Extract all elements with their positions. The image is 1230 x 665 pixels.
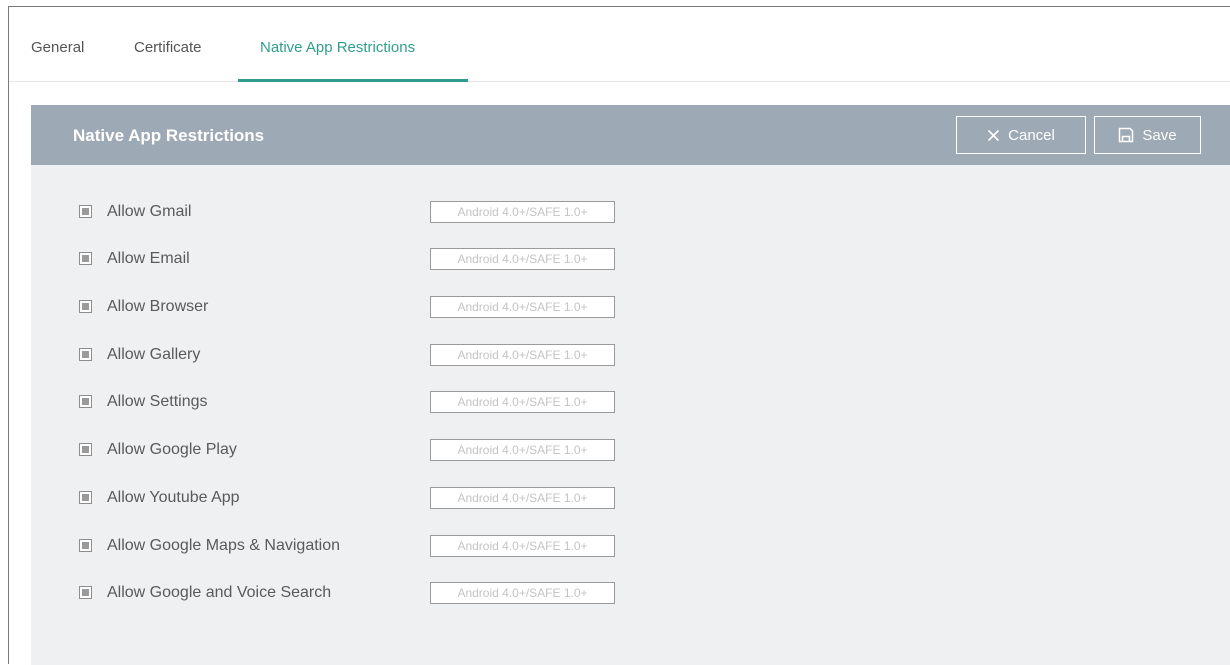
allow-email-label: Allow Email <box>107 250 190 267</box>
save-button-label: Save <box>1142 126 1177 144</box>
tab-certificate[interactable]: Certificate <box>134 7 202 81</box>
restriction-row-voice-search: Allow Google and Voice Search Android 4.… <box>31 578 731 608</box>
restriction-row-settings: Allow Settings Android 4.0+/SAFE 1.0+ <box>31 387 731 417</box>
allow-settings-label: Allow Settings <box>107 393 208 410</box>
allow-google-maps-checkbox[interactable] <box>79 539 92 552</box>
native-app-restrictions-panel: Native App Restrictions Cancel Save Allo… <box>31 105 1230 665</box>
allow-gmail-checkbox[interactable] <box>79 205 92 218</box>
profile-settings-frame: General Certificate Native App Restricti… <box>8 6 1230 665</box>
panel-title: Native App Restrictions <box>73 126 265 145</box>
save-button[interactable]: Save <box>1094 116 1201 154</box>
allow-email-checkbox[interactable] <box>79 252 92 265</box>
allow-gallery-label: Allow Gallery <box>107 346 201 363</box>
floppy-disk-icon <box>1118 127 1134 143</box>
allow-settings-checkbox[interactable] <box>79 395 92 408</box>
requirement-badge: Android 4.0+/SAFE 1.0+ <box>430 535 615 557</box>
requirement-badge: Android 4.0+/SAFE 1.0+ <box>430 391 615 413</box>
cancel-button[interactable]: Cancel <box>956 116 1086 154</box>
allow-voice-search-checkbox[interactable] <box>79 586 92 599</box>
restriction-row-browser: Allow Browser Android 4.0+/SAFE 1.0+ <box>31 292 731 322</box>
active-tab-indicator <box>238 79 468 82</box>
requirement-badge: Android 4.0+/SAFE 1.0+ <box>430 344 615 366</box>
tab-bar: General Certificate Native App Restricti… <box>9 7 1230 82</box>
allow-google-play-label: Allow Google Play <box>107 441 237 458</box>
restriction-row-google-maps: Allow Google Maps & Navigation Android 4… <box>31 531 731 561</box>
restriction-row-email: Allow Email Android 4.0+/SAFE 1.0+ <box>31 244 731 274</box>
allow-browser-label: Allow Browser <box>107 298 209 315</box>
tab-native-app-restrictions[interactable]: Native App Restrictions <box>260 7 415 81</box>
allow-voice-search-label: Allow Google and Voice Search <box>107 584 332 601</box>
allow-youtube-app-checkbox[interactable] <box>79 491 92 504</box>
allow-google-play-checkbox[interactable] <box>79 443 92 456</box>
close-icon <box>987 129 1000 142</box>
requirement-badge: Android 4.0+/SAFE 1.0+ <box>430 201 615 223</box>
allow-gmail-label: Allow Gmail <box>107 203 192 220</box>
restriction-row-youtube-app: Allow Youtube App Android 4.0+/SAFE 1.0+ <box>31 483 731 513</box>
panel-header: Native App Restrictions Cancel Save <box>31 105 1230 165</box>
allow-google-maps-label: Allow Google Maps & Navigation <box>107 537 341 554</box>
allow-youtube-app-label: Allow Youtube App <box>107 489 240 506</box>
requirement-badge: Android 4.0+/SAFE 1.0+ <box>430 296 615 318</box>
requirement-badge: Android 4.0+/SAFE 1.0+ <box>430 439 615 461</box>
restriction-row-google-play: Allow Google Play Android 4.0+/SAFE 1.0+ <box>31 435 731 465</box>
tab-general[interactable]: General <box>31 7 84 81</box>
restriction-row-gmail: Allow Gmail Android 4.0+/SAFE 1.0+ <box>31 197 731 227</box>
requirement-badge: Android 4.0+/SAFE 1.0+ <box>430 248 615 270</box>
requirement-badge: Android 4.0+/SAFE 1.0+ <box>430 487 615 509</box>
allow-gallery-checkbox[interactable] <box>79 348 92 361</box>
cancel-button-label: Cancel <box>1008 126 1055 144</box>
requirement-badge: Android 4.0+/SAFE 1.0+ <box>430 582 615 604</box>
restriction-row-gallery: Allow Gallery Android 4.0+/SAFE 1.0+ <box>31 340 731 370</box>
allow-browser-checkbox[interactable] <box>79 300 92 313</box>
